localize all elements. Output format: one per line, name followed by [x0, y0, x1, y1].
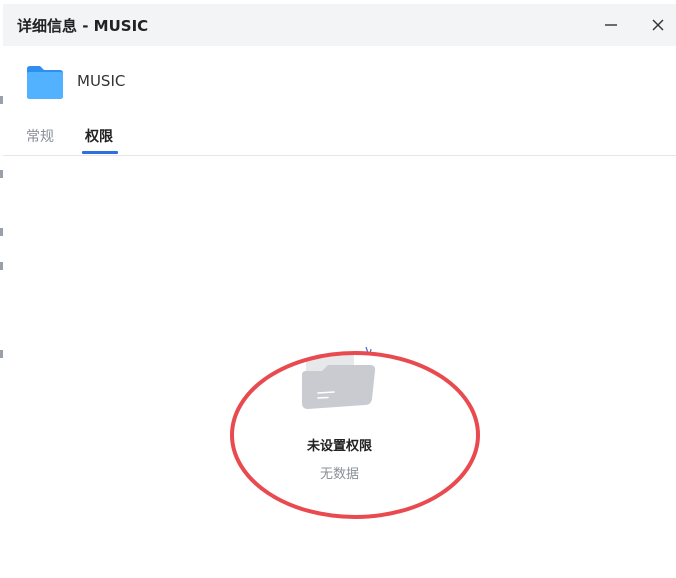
window-title: 详细信息 - MUSIC [17, 17, 149, 35]
close-button[interactable] [644, 12, 672, 38]
screen: 详细信息 - MUSIC MUSIC 常规 权限 未设置权限 无数据 [0, 0, 676, 578]
close-icon [652, 19, 664, 31]
tab-bar: 常规 权限 [3, 120, 676, 156]
tab-general[interactable]: 常规 [26, 126, 54, 146]
active-tab-indicator [82, 151, 118, 154]
minimize-button[interactable] [597, 12, 625, 38]
file-name: MUSIC [77, 72, 126, 90]
minimize-icon [605, 24, 617, 26]
folder-icon [27, 66, 63, 99]
annotation-ellipse [230, 351, 480, 519]
file-header: MUSIC [3, 60, 676, 104]
tab-permissions[interactable]: 权限 [85, 126, 113, 146]
title-bar[interactable]: 详细信息 - MUSIC [3, 4, 676, 46]
